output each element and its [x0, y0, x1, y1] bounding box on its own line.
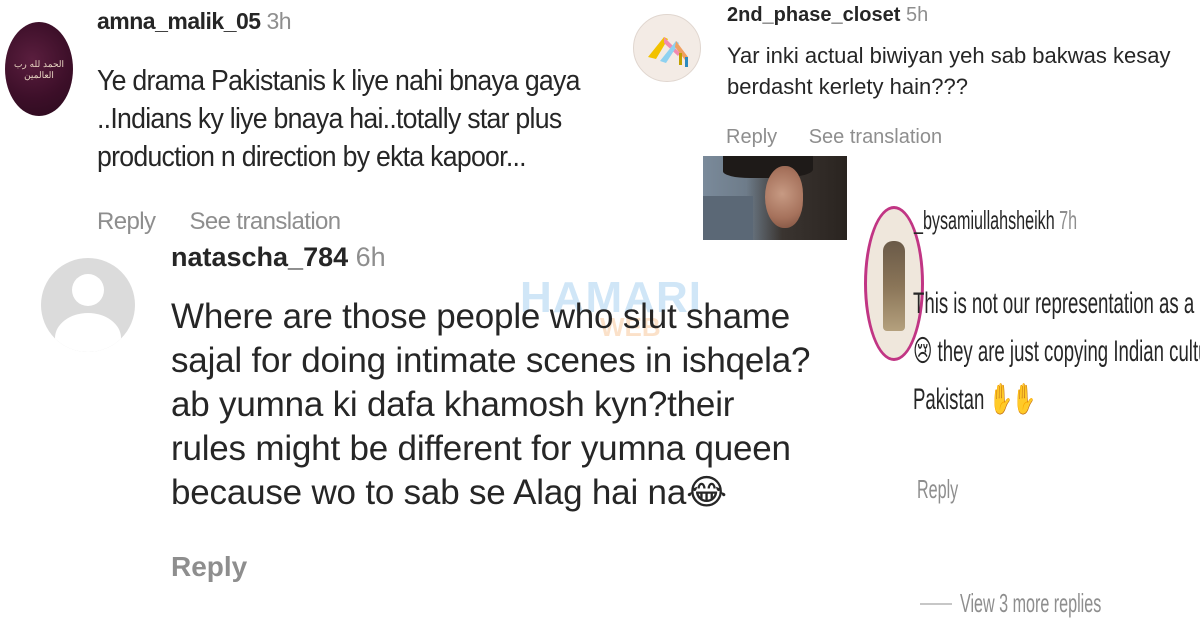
username-link[interactable]: amna_malik_05 [97, 8, 261, 34]
photo-background [703, 196, 753, 240]
comment-text: Yar inki actual biwiyan yeh sab bakwas k… [727, 43, 1171, 99]
reply-button[interactable]: Reply [917, 474, 958, 505]
high-heels-icon [648, 37, 688, 67]
comment-line: rules might be different for yumna queen [171, 429, 791, 468]
username-link[interactable]: 2nd_phase_closet [727, 4, 900, 26]
comment-text: Where are those people who slut shame sa… [171, 295, 861, 515]
photo-hair [723, 156, 813, 178]
photo-ear [765, 166, 803, 228]
comment-line: sajal for doing intimate scenes in ishqe… [171, 341, 811, 380]
comment-header: 2nd_phase_closet 5h [727, 4, 928, 27]
comment-actions: Reply See translation [97, 208, 369, 236]
comment-line: ab yumna ki dafa khamosh kyn?their [171, 385, 735, 424]
comment-line: 😢 they are just copying Indian culture i… [913, 335, 1200, 368]
avatar-default[interactable] [41, 258, 135, 352]
divider [920, 603, 952, 605]
comment-line: Where are those people who slut shame [171, 297, 791, 336]
see-translation-button[interactable]: See translation [189, 208, 341, 235]
comment-line: This is not our representation as a Musl… [913, 287, 1200, 320]
comment-text: Ye drama Pakistanis k liye nahi bnaya ga… [97, 65, 580, 173]
avatar-shoulders-icon [55, 313, 121, 352]
see-translation-button[interactable]: See translation [809, 126, 942, 148]
comment-header: _bysamiullahsheikh 7h [914, 205, 1077, 236]
comment-line: because wo to sab se Alag hai na😂 [171, 473, 727, 512]
reply-button[interactable]: Reply [97, 208, 156, 235]
avatar[interactable] [633, 14, 701, 82]
avatar-calligraphy-text: الحمد لله رب العالمين [13, 60, 65, 81]
comment-actions: Reply See translation [726, 126, 968, 149]
avatar-head-icon [72, 274, 104, 306]
reply-button[interactable]: Reply [726, 126, 777, 148]
avatar[interactable]: الحمد لله رب العالمين [5, 22, 73, 116]
timestamp: 7h [1059, 205, 1078, 235]
photo-thumbnail [703, 156, 847, 240]
timestamp: 5h [905, 4, 929, 26]
avatar-figure [883, 241, 905, 331]
view-more-replies-link[interactable]: View 3 more replies [960, 588, 1101, 619]
timestamp: 6h [355, 242, 386, 272]
comment-line: Pakistan ✋✋ [913, 383, 1036, 416]
comment-header: natascha_784 6h [171, 242, 386, 273]
comment-text: This is not our representation as a Musl… [913, 280, 1200, 424]
timestamp: 3h [266, 8, 292, 34]
username-link[interactable]: natascha_784 [171, 242, 348, 272]
username-link[interactable]: _bysamiullahsheikh [914, 205, 1055, 235]
comment-header: amna_malik_05 3h [97, 8, 292, 35]
reply-button[interactable]: Reply [171, 551, 247, 583]
